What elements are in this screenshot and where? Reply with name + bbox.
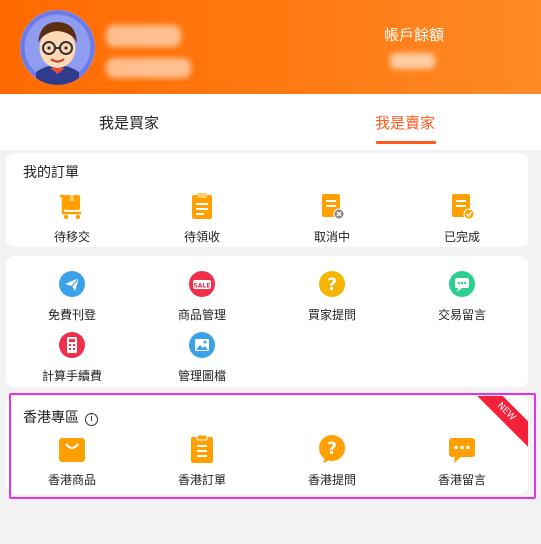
document-cancel-icon	[317, 191, 347, 221]
order-item-label: 取消中	[313, 230, 350, 244]
svg-text:SALE: SALE	[194, 283, 211, 290]
image-icon	[187, 330, 217, 360]
order-item-cancelling[interactable]: 取消中	[267, 191, 397, 245]
order-item-label: 待移交	[53, 230, 90, 244]
tool-label: 商品管理	[177, 308, 226, 322]
sale-tag-icon: SALE	[187, 269, 217, 299]
tool-product-management[interactable]: SALE 商品管理	[137, 269, 267, 323]
document-check-icon	[447, 191, 477, 221]
order-item-label: 待領收	[183, 230, 220, 244]
clipboard-icon	[187, 191, 217, 221]
tool-label: 免費刊登	[47, 308, 96, 322]
avatar[interactable]	[20, 10, 95, 85]
package-cart-icon	[57, 191, 87, 221]
chat-bubble-icon	[447, 269, 477, 299]
tool-label: 管理圖檔	[177, 369, 226, 383]
tool-label: 計算手續費	[41, 369, 102, 383]
svg-text:?: ?	[327, 275, 337, 295]
balance-value-redacted	[390, 53, 435, 69]
order-item-label: 已完成	[443, 230, 480, 244]
profile-header: 帳戶餘額	[0, 0, 541, 94]
tool-transaction-messages[interactable]: 交易留言	[397, 269, 527, 323]
calculator-icon	[57, 330, 87, 360]
paper-plane-icon	[57, 269, 87, 299]
orders-card: 我的訂單 待移交 待領收 取消中 已完成	[6, 153, 528, 247]
tool-buyer-questions[interactable]: ? 買家提問	[267, 269, 397, 323]
orders-title: 我的訂單	[23, 165, 79, 181]
tool-label: 交易留言	[437, 308, 486, 322]
username-redacted	[106, 25, 181, 47]
tool-fee-calculator[interactable]: 計算手續費	[7, 330, 137, 384]
tab-buyer[interactable]: 我是買家	[70, 94, 188, 150]
balance-label: 帳戶餘額	[384, 26, 445, 44]
active-tab-indicator	[376, 141, 436, 144]
tool-label: 買家提問	[307, 308, 356, 322]
hk-section-highlight	[9, 393, 536, 499]
avatar-cartoon-icon	[20, 10, 95, 85]
tool-free-listing[interactable]: 免費刊登	[7, 269, 137, 323]
tool-image-management[interactable]: 管理圖檔	[137, 330, 267, 384]
order-item-completed[interactable]: 已完成	[397, 191, 527, 245]
user-id-redacted	[106, 58, 191, 78]
seller-tools-card: 免費刊登 SALE 商品管理 ? 買家提問 交易留言 計算手續費 管理圖檔	[6, 256, 528, 387]
order-item-pending-handover[interactable]: 待移交	[7, 191, 137, 245]
role-tabs: 我是買家 我是賣家	[0, 94, 541, 150]
order-item-pending-receipt[interactable]: 待領收	[137, 191, 267, 245]
question-icon: ?	[317, 269, 347, 299]
